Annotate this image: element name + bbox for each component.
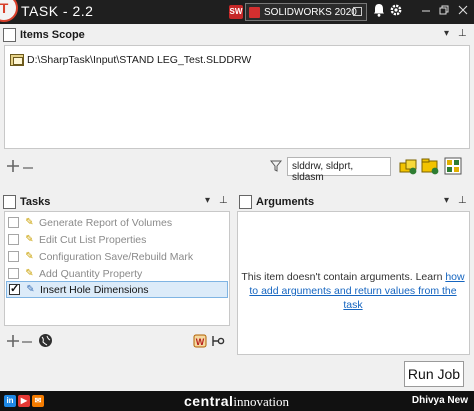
arguments-message: This item doesn't contain arguments. Lea… — [241, 271, 443, 283]
linkedin-icon[interactable]: in — [4, 395, 16, 407]
mail-icon[interactable]: ✉ — [32, 395, 44, 407]
svg-text:W: W — [196, 337, 205, 347]
task-icon: ✎ — [25, 251, 34, 262]
task-item-insert-hole-dimensions[interactable]: ✎ Insert Hole Dimensions — [6, 281, 228, 298]
tasks-pin-icon[interactable]: ⊥ — [219, 195, 228, 206]
task-checkbox[interactable] — [8, 217, 19, 228]
task-label: Edit Cut List Properties — [39, 233, 147, 246]
task-checkbox[interactable] — [8, 234, 19, 245]
tasks-title: Tasks — [20, 196, 51, 208]
task-checkbox[interactable] — [8, 268, 19, 279]
run-job-button[interactable]: Run Job — [404, 361, 464, 387]
task-label: Add Quantity Property — [39, 267, 143, 280]
task-icon: ✎ — [25, 234, 34, 245]
title-bar: T TASK - 2.2 SW SOLIDWORKS 2020 — [0, 0, 474, 24]
globe-icon[interactable] — [38, 333, 53, 351]
arguments-empty-message: This item doesn't contain arguments. Lea… — [240, 270, 466, 312]
task-label: Configuration Save/Rebuild Mark — [39, 250, 194, 263]
task-item-add-quantity[interactable]: ✎ Add Quantity Property — [6, 265, 228, 282]
solidworks-version-label: SOLIDWORKS 2020 — [264, 6, 357, 18]
youtube-icon[interactable]: ▶ — [18, 395, 30, 407]
arguments-pin-icon[interactable]: ⊥ — [458, 195, 467, 206]
task-link-icon[interactable] — [211, 334, 225, 351]
task-item-generate-report[interactable]: ✎ Generate Report of Volumes — [6, 214, 228, 231]
solidworks-version-select[interactable]: SOLIDWORKS 2020 — [245, 3, 367, 21]
add-files-icon[interactable] — [398, 156, 418, 176]
footer-bar: in ▶ ✉ centralinnovation Dhivya New — [0, 391, 474, 411]
arguments-title: Arguments — [256, 196, 315, 208]
close-icon[interactable] — [455, 2, 471, 20]
tasks-collapse-icon[interactable]: ▾ — [205, 195, 210, 206]
items-scope-header: Items Scope — [0, 25, 474, 45]
task-item-edit-cut-list[interactable]: ✎ Edit Cut List Properties — [6, 231, 228, 248]
add-folder-icon[interactable] — [420, 156, 440, 176]
arguments-collapse-icon[interactable]: ▾ — [444, 195, 449, 206]
list-item-label: D:\SharpTask\Input\STAND LEG_Test.SLDDRW — [27, 54, 252, 66]
gear-icon[interactable] — [388, 3, 404, 21]
app-title: TASK - 2.2 — [21, 3, 94, 19]
list-options-icon[interactable] — [443, 156, 463, 176]
items-scope-title: Items Scope — [20, 29, 85, 41]
drawing-file-icon — [10, 54, 24, 66]
file-filter-input[interactable]: slddrw, sldprt, sldasm — [287, 157, 391, 183]
items-scope-icon — [3, 28, 16, 42]
add-task-icon[interactable] — [6, 334, 20, 350]
brand-name: central — [184, 393, 234, 409]
arguments-icon — [239, 195, 252, 209]
bell-icon[interactable] — [371, 3, 387, 21]
tasks-icon — [3, 195, 16, 209]
task-checkbox[interactable] — [9, 282, 20, 295]
restore-icon[interactable] — [436, 2, 452, 20]
arguments-header: Arguments — [236, 192, 474, 212]
task-icon: ✎ — [26, 284, 35, 295]
task-icon: ✎ — [25, 217, 34, 228]
filter-icon[interactable] — [269, 160, 283, 172]
list-item[interactable]: D:\SharpTask\Input\STAND LEG_Test.SLDDRW — [10, 54, 251, 66]
brand-subname: innovation — [233, 394, 290, 409]
task-icon: ✎ — [25, 268, 34, 279]
remove-item-icon[interactable] — [23, 167, 33, 169]
app-window: T TASK - 2.2 SW SOLIDWORKS 2020 Items Sc… — [0, 0, 474, 411]
task-label: Generate Report of Volumes — [39, 216, 173, 229]
task-item-configuration-save[interactable]: ✎ Configuration Save/Rebuild Mark — [6, 248, 228, 265]
items-scope-pin-icon[interactable]: ⊥ — [458, 28, 467, 39]
user-name[interactable]: Dhivya New — [412, 395, 468, 406]
task-action-icon[interactable]: W — [193, 334, 207, 351]
add-item-icon[interactable] — [6, 159, 20, 175]
remove-task-icon[interactable] — [22, 341, 32, 343]
select-toggle-icon — [353, 7, 362, 16]
app-logo-icon: T — [0, 0, 18, 22]
task-checkbox[interactable] — [8, 251, 19, 262]
items-scope-collapse-icon[interactable]: ▾ — [444, 28, 449, 39]
tasks-header: Tasks — [0, 192, 232, 212]
minimize-icon[interactable] — [418, 2, 434, 20]
solidworks-icon[interactable]: SW — [229, 5, 243, 19]
brand-logo: centralinnovation — [184, 393, 289, 410]
task-label: Insert Hole Dimensions — [40, 283, 149, 296]
solidworks-logo-icon — [249, 6, 260, 18]
